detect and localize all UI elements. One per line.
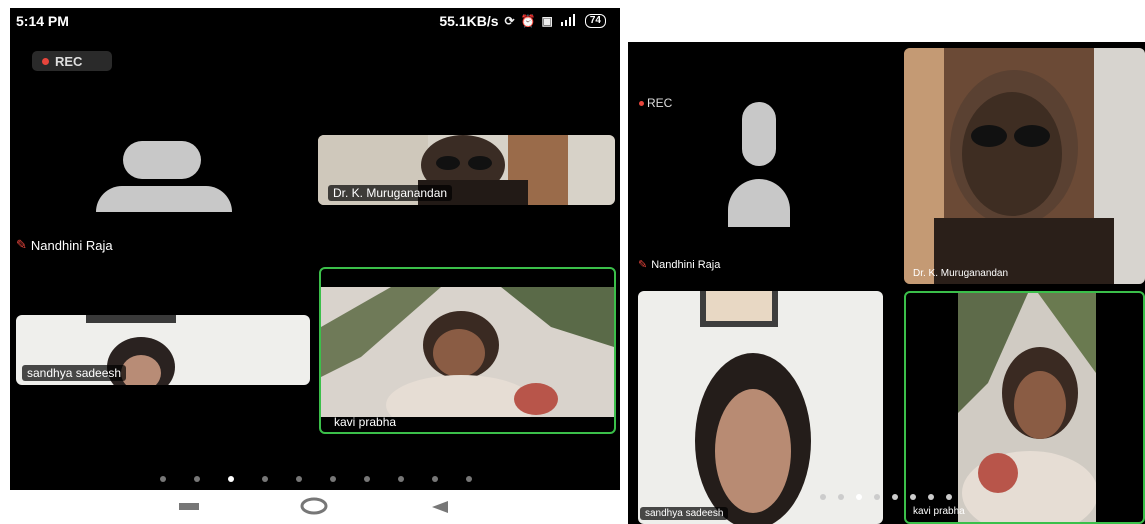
video-feed-sandhya bbox=[638, 291, 883, 524]
page-dot[interactable] bbox=[262, 476, 268, 482]
participant-tile-muruganandan[interactable]: Dr. K. Muruganandan bbox=[318, 135, 615, 205]
page-dot[interactable] bbox=[330, 476, 336, 482]
page-indicator[interactable] bbox=[160, 476, 472, 482]
back-icon bbox=[432, 501, 448, 513]
participant-name-text: Nandhini Raja bbox=[651, 258, 721, 271]
rec-dot-icon bbox=[42, 57, 49, 65]
participant-tile-kavi[interactable]: kavi prabha bbox=[904, 291, 1145, 524]
page-dot[interactable] bbox=[928, 494, 934, 500]
page-dot[interactable] bbox=[466, 476, 472, 482]
page-dot[interactable] bbox=[160, 476, 166, 482]
page-dot[interactable] bbox=[874, 494, 880, 500]
participant-tile-muruganandan[interactable]: Dr. K. Muruganandan bbox=[904, 48, 1145, 284]
page-dot[interactable] bbox=[892, 494, 898, 500]
status-right: 55.1KB/s ⟳ ⏰ ▣ 74 bbox=[439, 13, 606, 29]
page-dot[interactable] bbox=[194, 476, 200, 482]
rec-label: REC bbox=[55, 53, 83, 69]
battery-icon: 74 bbox=[584, 14, 606, 28]
participant-name-sandhya: sandhya sadeesh bbox=[22, 365, 127, 381]
rec-indicator: REC bbox=[32, 51, 112, 71]
home-button[interactable] bbox=[300, 497, 328, 520]
page-dot[interactable] bbox=[398, 476, 404, 482]
page-dot-active[interactable] bbox=[228, 476, 234, 482]
participant-name-kavi: kavi prabha bbox=[334, 415, 397, 429]
network-speed: 55.1KB/s bbox=[439, 13, 499, 29]
volte-icon: ▣ bbox=[541, 14, 553, 28]
android-nav-bar bbox=[10, 490, 620, 524]
alarm-icon: ⏰ bbox=[520, 14, 536, 28]
page-dot[interactable] bbox=[364, 476, 370, 482]
video-feed-kavi bbox=[321, 287, 614, 417]
page-dot[interactable] bbox=[432, 476, 438, 482]
participant-name-kavi: kavi prabha bbox=[913, 506, 965, 517]
page-dot-active[interactable] bbox=[856, 494, 862, 500]
page-dot[interactable] bbox=[946, 494, 952, 500]
participant-name-muruganandan: Dr. K. Muruganandan bbox=[913, 268, 1009, 279]
page-dot[interactable] bbox=[296, 476, 302, 482]
back-button[interactable] bbox=[430, 499, 450, 520]
avatar-body-icon bbox=[96, 186, 232, 212]
mic-off-icon: ✎ bbox=[638, 259, 648, 271]
mic-off-icon: ✎ bbox=[16, 237, 27, 252]
recents-icon bbox=[179, 503, 199, 510]
web-meeting-screen: REC ✎ Nandhini Raja Dr. K. Muruganandan bbox=[628, 42, 1145, 524]
page-indicator[interactable] bbox=[820, 494, 952, 500]
sync-icon: ⟳ bbox=[504, 14, 515, 28]
avatar-head-icon bbox=[123, 141, 201, 179]
home-icon bbox=[300, 497, 328, 515]
participant-tile-nandhini[interactable] bbox=[628, 42, 898, 282]
participant-name-nandhini: ✎ Nandhini Raja bbox=[638, 258, 721, 272]
participant-name-muruganandan: Dr. K. Muruganandan bbox=[328, 185, 453, 201]
participant-name-text: Nandhini Raja bbox=[30, 237, 113, 253]
mobile-meeting-screen: 5:14 PM 55.1KB/s ⟳ ⏰ ▣ 74 REC ✎ Nandhini… bbox=[10, 8, 620, 524]
participant-tile-sandhya[interactable]: sandhya sadeesh bbox=[638, 291, 883, 524]
status-time: 5:14 PM bbox=[16, 13, 69, 29]
signal-icon bbox=[559, 13, 579, 29]
recents-button[interactable] bbox=[178, 499, 200, 518]
page-dot[interactable] bbox=[910, 494, 916, 500]
participant-name-nandhini: ✎ Nandhini Raja bbox=[16, 237, 113, 253]
video-feed-muruganandan bbox=[904, 48, 1145, 284]
participant-name-sandhya: sandhya sadeesh bbox=[640, 507, 729, 520]
avatar-head-icon bbox=[742, 102, 776, 166]
avatar-body-icon bbox=[728, 179, 790, 227]
participant-tile-kavi[interactable]: kavi prabha bbox=[319, 267, 616, 434]
page-dot[interactable] bbox=[838, 494, 844, 500]
video-feed-kavi bbox=[958, 293, 1096, 522]
battery-level: 74 bbox=[589, 15, 601, 26]
page-dot[interactable] bbox=[820, 494, 826, 500]
participant-tile-nandhini[interactable] bbox=[10, 98, 310, 258]
status-bar: 5:14 PM 55.1KB/s ⟳ ⏰ ▣ 74 bbox=[10, 8, 620, 34]
participant-tile-sandhya[interactable]: sandhya sadeesh bbox=[16, 315, 310, 385]
